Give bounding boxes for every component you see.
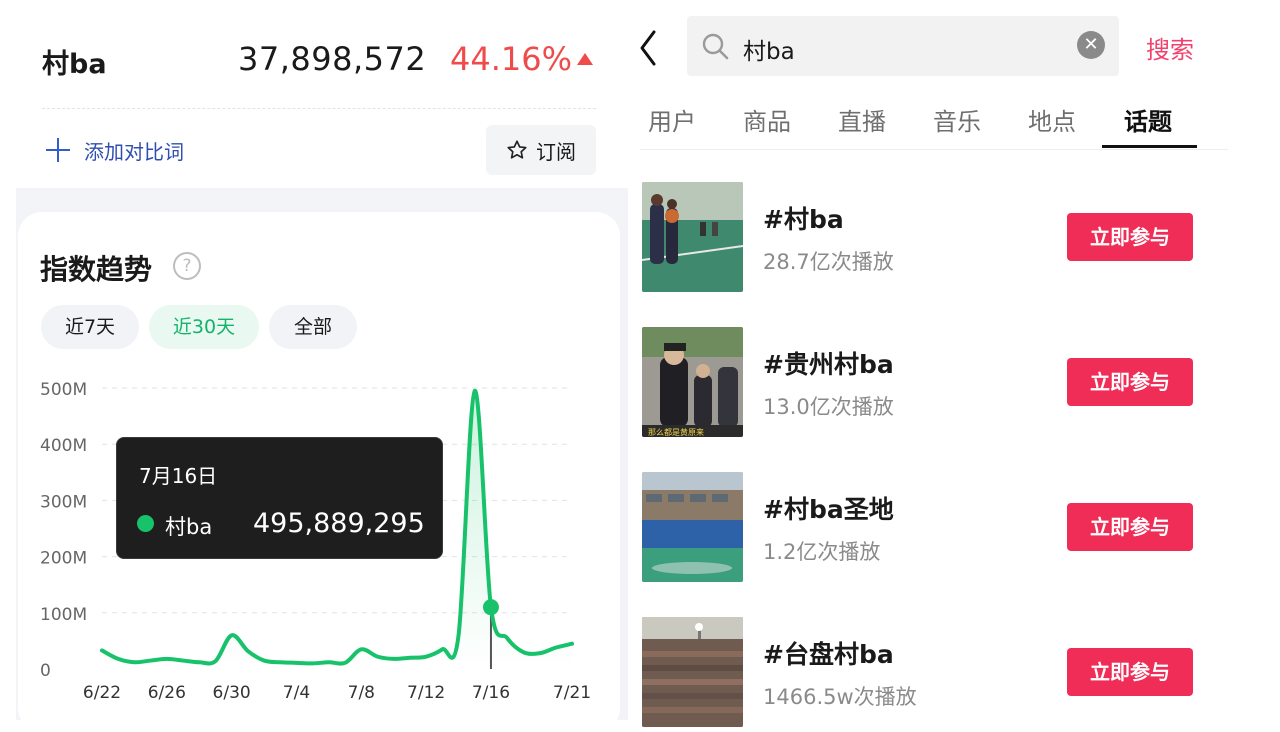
tab-music[interactable]: 音乐 [933, 102, 981, 137]
topic-item[interactable]: #村ba圣地 1.2亿次播放 立即参与 [642, 472, 1202, 584]
x-tick-label: 7/12 [407, 683, 445, 703]
y-tick-label: 500M [40, 380, 87, 400]
topic-play-count: 1.2亿次播放 [763, 540, 881, 564]
search-query: 村ba [743, 39, 795, 65]
star-icon [507, 140, 527, 159]
y-tick-label: 300M [40, 492, 87, 512]
x-tick-label: 7/16 [472, 683, 510, 703]
clear-icon[interactable]: ✕ [1077, 31, 1105, 59]
subscribe-label: 订阅 [536, 139, 576, 164]
chart-tooltip: 7月16日 村ba 495,889,295 [116, 437, 443, 559]
topic-play-count: 13.0亿次播放 [763, 395, 894, 419]
active-tab-indicator [1102, 145, 1197, 148]
y-tick-label: 100M [40, 605, 87, 625]
tab-users[interactable]: 用户 [648, 102, 696, 137]
add-compare-button[interactable]: 添加对比词 [46, 134, 184, 166]
x-tick-label: 6/22 [83, 683, 121, 703]
x-tick-label: 7/21 [553, 683, 591, 703]
search-icon [702, 33, 729, 60]
range-30d-button[interactable]: 近30天 [149, 305, 259, 349]
tab-places[interactable]: 地点 [1028, 102, 1076, 137]
change-percent: 44.16% [450, 40, 573, 78]
x-tick-label: 6/26 [148, 683, 186, 703]
tab-live[interactable]: 直播 [838, 102, 886, 137]
help-icon[interactable]: ? [173, 252, 201, 280]
topic-name: #台盘村ba [763, 640, 894, 669]
tooltip-value: 495,889,295 [253, 508, 425, 539]
y-tick-label: 200M [40, 549, 87, 569]
topic-name: #贵州村ba [763, 350, 894, 379]
tab-topics[interactable]: 话题 [1124, 102, 1172, 137]
join-button[interactable]: 立即参与 [1067, 213, 1193, 261]
range-7d-button[interactable]: 近7天 [41, 305, 139, 349]
x-tick-label: 6/30 [213, 683, 251, 703]
join-button[interactable]: 立即参与 [1067, 648, 1193, 696]
highlight-point [482, 599, 499, 616]
topic-name: #村ba [763, 205, 844, 234]
topic-thumbnail [642, 182, 743, 292]
topic-name: #村ba圣地 [763, 495, 894, 524]
back-arrow-icon[interactable] [636, 28, 662, 68]
card-title: 指数趋势 [40, 253, 153, 286]
topic-thumbnail [642, 472, 743, 582]
trend-header: 村ba 37,898,572 44.16% 添加对比词 订阅 [16, 0, 628, 188]
range-all-button[interactable]: 全部 [269, 305, 357, 349]
tooltip-date: 7月16日 [139, 464, 218, 488]
y-tick-label: 400M [40, 436, 87, 456]
topic-item[interactable]: 那么都是黄原来 #贵州村ba 13.0亿次播放 立即参与 [642, 327, 1202, 439]
subscribe-button[interactable]: 订阅 [486, 125, 596, 175]
topic-item[interactable]: #台盘村ba 1466.5w次播放 立即参与 [642, 617, 1202, 729]
x-tick-label: 7/4 [283, 683, 310, 703]
y-tick-label: 0 [40, 661, 51, 681]
topic-play-count: 1466.5w次播放 [763, 685, 917, 709]
add-compare-label: 添加对比词 [84, 139, 184, 164]
join-button[interactable]: 立即参与 [1067, 503, 1193, 551]
tooltip-series-name: 村ba [165, 515, 213, 539]
topic-item[interactable]: #村ba 28.7亿次播放 立即参与 [642, 182, 1202, 294]
result-tabs: 用户 商品 直播 音乐 地点 话题 [640, 98, 1228, 150]
thumbnail-caption: 那么都是黄原来 [648, 427, 704, 437]
join-button[interactable]: 立即参与 [1067, 358, 1193, 406]
divider [42, 108, 596, 109]
up-arrow-icon [577, 53, 593, 65]
series-dot-icon [137, 515, 154, 532]
x-tick-label: 7/8 [348, 683, 375, 703]
topic-thumbnail [642, 617, 743, 727]
keyword-label: 村ba [42, 49, 107, 80]
search-input[interactable]: 村ba ✕ [687, 16, 1119, 76]
total-index-value: 37,898,572 [238, 40, 427, 78]
search-button[interactable]: 搜索 [1146, 30, 1194, 65]
topic-play-count: 28.7亿次播放 [763, 250, 894, 274]
plus-icon [46, 138, 70, 162]
topic-thumbnail: 那么都是黄原来 [642, 327, 743, 437]
tab-products[interactable]: 商品 [743, 102, 791, 137]
